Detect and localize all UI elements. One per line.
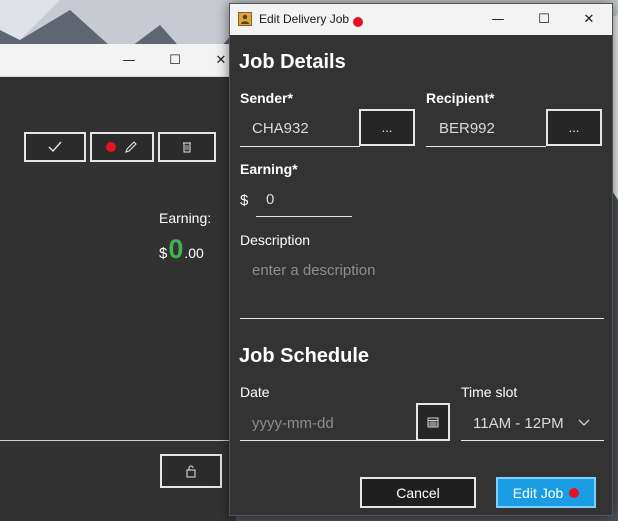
maximize-button[interactable]: ☐ [521, 4, 567, 35]
description-underline [240, 318, 604, 319]
date-input[interactable]: yyyy-mm-dd [252, 415, 334, 432]
marker-dot [106, 142, 116, 152]
sender-label: Sender* [240, 90, 293, 106]
title-marker-dot [353, 17, 363, 27]
calendar-icon [427, 417, 439, 428]
date-picker-button[interactable] [416, 403, 450, 441]
chevron-down-icon[interactable] [578, 419, 590, 427]
sender-input[interactable]: CHA932 [252, 120, 309, 137]
background-titlebar: — ☐ ✕ [0, 44, 236, 77]
earning-currency-symbol: $ [240, 192, 249, 209]
close-button[interactable]: ✕ [566, 4, 612, 35]
complete-job-button[interactable] [24, 132, 86, 162]
recipient-picker-button[interactable]: ... [546, 109, 602, 146]
sender-underline [240, 146, 360, 147]
checkmark-icon [48, 141, 62, 153]
earning-cents: .00 [184, 245, 204, 261]
earning-label: Earning: [159, 210, 212, 226]
time-slot-underline [461, 440, 604, 441]
edit-job-label: Edit Job [512, 484, 564, 501]
pencil-icon [125, 141, 137, 153]
time-slot-label: Time slot [461, 384, 518, 400]
description-label: Description [240, 232, 311, 248]
date-underline [240, 440, 416, 441]
dialog-titlebar: Edit Delivery Job — ☐ ✕ [230, 4, 612, 35]
edit-job-marker-dot [569, 487, 580, 498]
recipient-label: Recipient* [426, 90, 495, 106]
earning-value: $ 0 .00 [159, 234, 204, 265]
edit-delivery-job-dialog: Edit Delivery Job — ☐ ✕ Job Details Send… [229, 3, 613, 516]
lock-button[interactable] [160, 454, 222, 488]
unlock-icon [186, 465, 196, 478]
divider [0, 440, 236, 441]
contact-card-icon [238, 12, 252, 26]
trash-icon [183, 142, 191, 153]
earning-whole: 0 [168, 234, 184, 264]
earning-input[interactable]: 0 [266, 191, 274, 208]
recipient-underline [426, 146, 546, 147]
sender-picker-button[interactable]: ... [359, 109, 415, 146]
dialog-title: Edit Delivery Job [259, 12, 350, 26]
earning-underline [256, 216, 352, 217]
edit-job-submit-button[interactable]: Edit Job [496, 477, 596, 508]
time-slot-select[interactable]: 11AM - 12PM [473, 415, 564, 432]
cancel-button[interactable]: Cancel [360, 477, 476, 508]
delete-job-button[interactable] [158, 132, 216, 162]
edit-job-button[interactable] [90, 132, 154, 162]
job-schedule-heading: Job Schedule [239, 345, 370, 367]
recipient-input[interactable]: BER992 [439, 120, 495, 137]
background-maximize-button[interactable]: ☐ [152, 44, 198, 76]
earning-currency: $ [159, 245, 168, 262]
background-minimize-button[interactable]: — [106, 44, 152, 76]
background-window: — ☐ ✕ Earning: $ 0 .00 [0, 44, 236, 521]
date-label: Date [240, 384, 270, 400]
earning-field-label: Earning* [240, 161, 298, 177]
minimize-button[interactable]: — [475, 4, 521, 35]
job-details-heading: Job Details [239, 51, 346, 73]
description-input[interactable]: enter a description [252, 262, 375, 279]
